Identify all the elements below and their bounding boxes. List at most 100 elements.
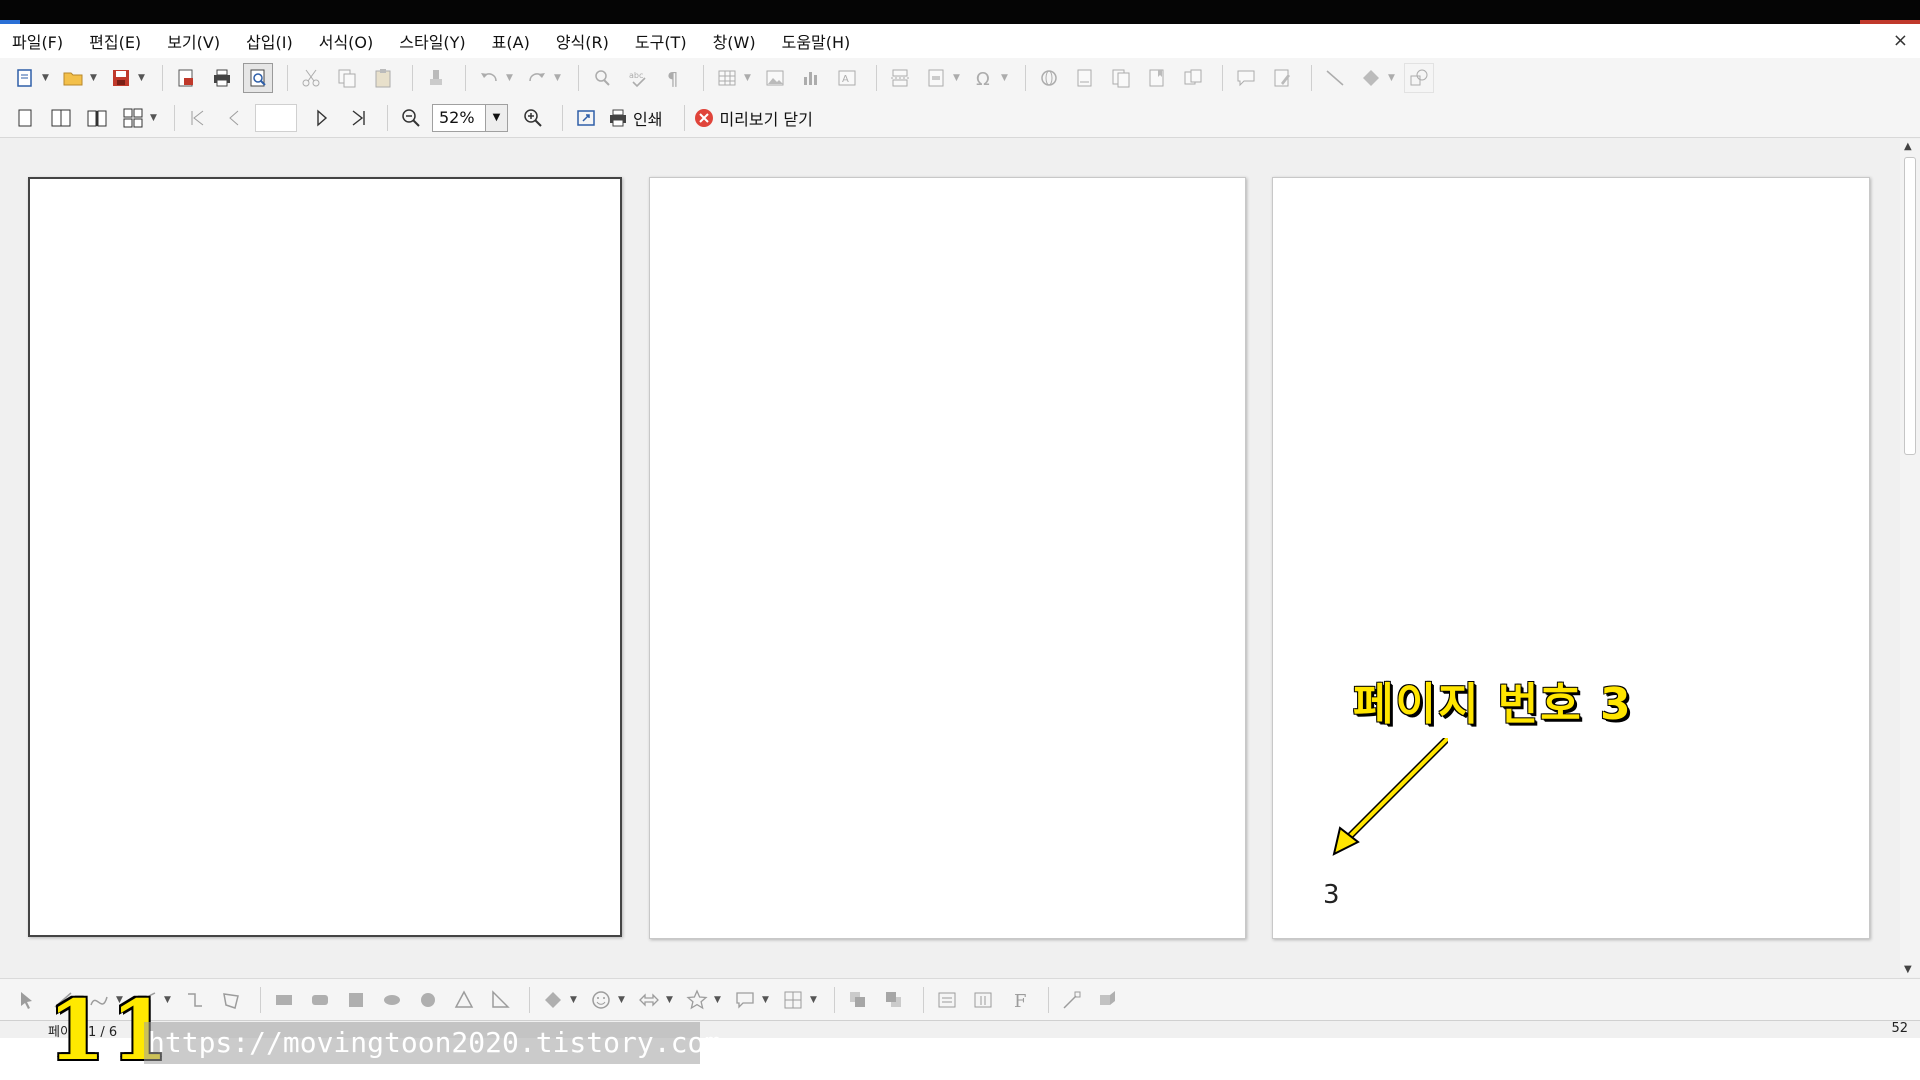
menu-view[interactable]: 보기(V)	[167, 29, 220, 53]
cut-icon[interactable]	[296, 63, 326, 93]
close-preview-button[interactable]: 미리보기 닫기	[693, 106, 813, 130]
hyperlink-icon[interactable]	[1034, 63, 1064, 93]
polygon-icon[interactable]	[216, 985, 246, 1015]
chevron-down-icon[interactable]: ▼	[618, 985, 628, 1015]
menu-window[interactable]: 창(W)	[713, 29, 756, 53]
chevron-down-icon[interactable]: ▼	[150, 103, 160, 133]
insert-field-icon[interactable]	[921, 63, 951, 93]
preview-page-2[interactable]	[649, 177, 1246, 939]
open-folder-icon[interactable]	[58, 63, 88, 93]
insert-page-break-icon[interactable]	[885, 63, 915, 93]
bookmark-icon[interactable]	[1142, 63, 1172, 93]
zoom-status[interactable]: 52	[1891, 1021, 1908, 1036]
cross-reference-icon[interactable]	[1178, 63, 1208, 93]
find-replace-icon[interactable]	[587, 63, 617, 93]
chevron-down-icon[interactable]: ▼	[714, 985, 724, 1015]
flowchart-icon[interactable]	[778, 985, 808, 1015]
undo-icon[interactable]	[474, 63, 504, 93]
chevron-down-icon[interactable]: ▼	[810, 985, 820, 1015]
endnote-icon[interactable]	[1106, 63, 1136, 93]
print-preview-icon[interactable]	[243, 63, 273, 93]
single-page-view-icon[interactable]	[10, 103, 40, 133]
draw-functions-icon[interactable]	[1404, 63, 1434, 93]
block-arrows-icon[interactable]	[634, 985, 664, 1015]
full-screen-icon[interactable]	[571, 103, 601, 133]
right-triangle-icon[interactable]	[485, 985, 515, 1015]
select-icon[interactable]	[12, 985, 42, 1015]
connector-icon[interactable]	[180, 985, 210, 1015]
basic-shapes-icon[interactable]	[538, 985, 568, 1015]
fontwork-icon[interactable]: F	[1004, 985, 1034, 1015]
square-icon[interactable]	[341, 985, 371, 1015]
print-button[interactable]: 인쇄	[607, 106, 662, 130]
new-document-icon[interactable]	[10, 63, 40, 93]
bring-to-front-icon[interactable]	[843, 985, 873, 1015]
vertical-scrollbar[interactable]: ▲ ▼	[1900, 139, 1920, 977]
two-pages-view-icon[interactable]	[46, 103, 76, 133]
last-page-icon[interactable]	[343, 103, 373, 133]
next-page-icon[interactable]	[307, 103, 337, 133]
clone-formatting-icon[interactable]	[421, 63, 451, 93]
chevron-down-icon[interactable]: ▼	[138, 63, 148, 93]
toggle-point-edit-icon[interactable]	[1057, 985, 1087, 1015]
zoom-value[interactable]: 52%	[433, 108, 485, 127]
chevron-down-icon[interactable]: ▼	[506, 63, 516, 93]
preview-page-3[interactable]: 페이지 번호 3 3	[1272, 177, 1870, 939]
book-view-icon[interactable]	[82, 103, 112, 133]
print-icon[interactable]	[207, 63, 237, 93]
stars-icon[interactable]	[682, 985, 712, 1015]
circle-icon[interactable]	[413, 985, 443, 1015]
extrusion-toggle-icon[interactable]	[1093, 985, 1123, 1015]
basic-shapes-icon[interactable]	[1356, 63, 1386, 93]
zoom-in-icon[interactable]	[518, 103, 548, 133]
menu-edit[interactable]: 편집(E)	[89, 29, 141, 53]
menu-form[interactable]: 양식(R)	[556, 29, 609, 53]
zoom-out-icon[interactable]	[396, 103, 426, 133]
formatting-marks-icon[interactable]: ¶	[659, 63, 689, 93]
send-to-back-icon[interactable]	[879, 985, 909, 1015]
menu-styles[interactable]: 스타일(Y)	[399, 29, 465, 53]
triangle-icon[interactable]	[449, 985, 479, 1015]
previous-page-icon[interactable]	[219, 103, 249, 133]
chevron-down-icon[interactable]: ▼	[762, 985, 772, 1015]
page-number-input[interactable]	[255, 103, 297, 132]
scroll-up-icon[interactable]: ▲	[1904, 141, 1912, 152]
track-changes-icon[interactable]	[1267, 63, 1297, 93]
save-icon[interactable]	[106, 63, 136, 93]
special-character-icon[interactable]: Ω	[969, 63, 999, 93]
menu-insert[interactable]: 삽입(I)	[246, 29, 293, 53]
rounded-rectangle-icon[interactable]	[305, 985, 335, 1015]
preview-page-1[interactable]	[28, 177, 622, 937]
insert-textbox-icon[interactable]	[932, 985, 962, 1015]
chevron-down-icon[interactable]: ▼	[485, 104, 507, 131]
insert-textbox-icon[interactable]: A	[832, 63, 862, 93]
line-icon[interactable]	[1320, 63, 1350, 93]
scrollbar-thumb[interactable]	[1904, 157, 1916, 455]
spellcheck-icon[interactable]: abc	[623, 63, 653, 93]
footnote-icon[interactable]	[1070, 63, 1100, 93]
menu-format[interactable]: 서식(O)	[319, 29, 374, 53]
symbol-shapes-icon[interactable]	[586, 985, 616, 1015]
insert-vertical-text-icon[interactable]	[968, 985, 998, 1015]
ellipse-icon[interactable]	[377, 985, 407, 1015]
menu-file[interactable]: 파일(F)	[12, 29, 63, 53]
insert-table-icon[interactable]	[712, 63, 742, 93]
chevron-down-icon[interactable]: ▼	[953, 63, 963, 93]
menu-table[interactable]: 표(A)	[492, 29, 530, 53]
paste-icon[interactable]	[368, 63, 398, 93]
chevron-down-icon[interactable]: ▼	[1001, 63, 1011, 93]
callouts-icon[interactable]	[730, 985, 760, 1015]
chevron-down-icon[interactable]: ▼	[42, 63, 52, 93]
multiple-pages-view-icon[interactable]	[118, 103, 148, 133]
menu-tools[interactable]: 도구(T)	[635, 29, 687, 53]
rectangle-icon[interactable]	[269, 985, 299, 1015]
copy-icon[interactable]	[332, 63, 362, 93]
chevron-down-icon[interactable]: ▼	[570, 985, 580, 1015]
chevron-down-icon[interactable]: ▼	[1388, 63, 1398, 93]
zoom-select[interactable]: 52% ▼	[432, 103, 508, 132]
chevron-down-icon[interactable]: ▼	[554, 63, 564, 93]
close-document-icon[interactable]: ×	[1893, 30, 1908, 51]
chevron-down-icon[interactable]: ▼	[744, 63, 754, 93]
redo-icon[interactable]	[522, 63, 552, 93]
chevron-down-icon[interactable]: ▼	[666, 985, 676, 1015]
